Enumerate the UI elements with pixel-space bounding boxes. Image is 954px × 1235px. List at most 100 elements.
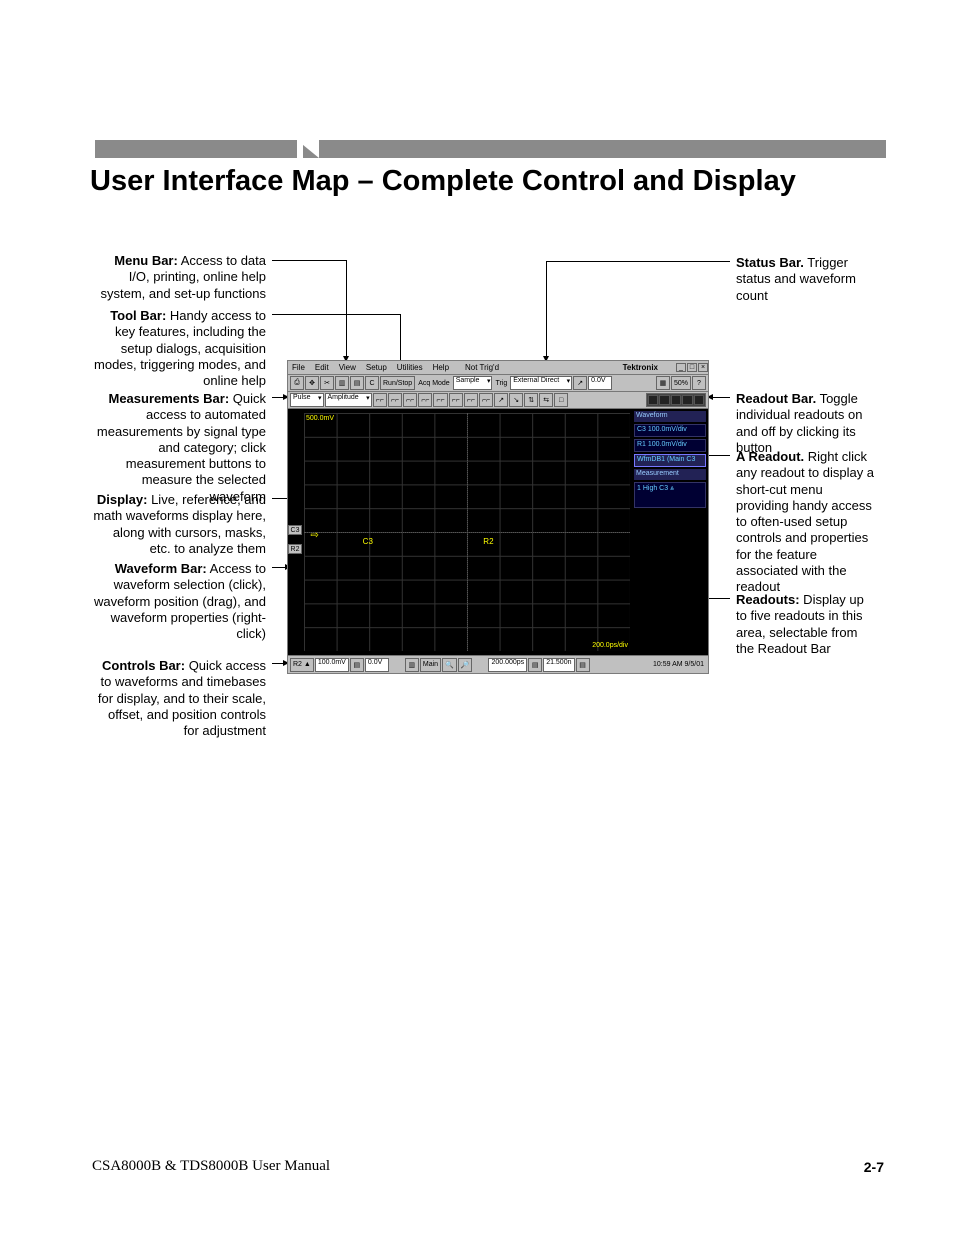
- brand-label: Tektronix: [623, 363, 658, 372]
- meas-type-select[interactable]: Pulse: [290, 393, 324, 407]
- horiz-scale-label: 200.0ps/div: [592, 642, 628, 649]
- menu-help[interactable]: Help: [433, 363, 449, 372]
- waveform-grid[interactable]: 500.0mV 200.0ps/div C3 R2 ⇨ C3 R2: [304, 413, 630, 651]
- leader-line: [546, 261, 547, 361]
- timebase-button[interactable]: Main: [420, 658, 441, 672]
- annotation-status-bar: Status Bar. Trigger status and waveform …: [736, 255, 876, 304]
- leader-line: [272, 314, 400, 315]
- wfm-select-button[interactable]: R2 ▲: [290, 658, 314, 672]
- trig-slope-icon[interactable]: ↗: [573, 376, 587, 390]
- annotation-label: Tool Bar:: [110, 308, 166, 323]
- annotation-label: Status Bar.: [736, 255, 804, 270]
- close-button[interactable]: ×: [698, 363, 708, 372]
- readout-r1[interactable]: R1 100.0mV/div: [634, 439, 706, 452]
- readouts-panel: Waveform C3 100.0mV/div R1 100.0mV/div W…: [632, 409, 708, 655]
- footer-manual-title: CSA8000B & TDS8000B User Manual: [92, 1158, 330, 1175]
- annotation-label: Menu Bar:: [114, 253, 178, 268]
- trig-source-select[interactable]: External Direct: [510, 376, 572, 390]
- menu-edit[interactable]: Edit: [315, 363, 329, 372]
- cursor-icon[interactable]: ✂: [320, 376, 334, 390]
- readout-toggle-4[interactable]: [682, 395, 692, 405]
- annotation-label: Readout Bar.: [736, 391, 816, 406]
- annotation-waveform-bar: Waveform Bar: Access to waveform selecti…: [91, 561, 266, 642]
- annotation-label: A Readout.: [736, 449, 804, 464]
- readout-toggle-5[interactable]: [694, 395, 704, 405]
- autoset-icon[interactable]: ▦: [656, 376, 670, 390]
- menu-file[interactable]: File: [292, 363, 305, 372]
- acq-icon[interactable]: ▥: [335, 376, 349, 390]
- annotation-label: Display:: [97, 492, 148, 507]
- meas-btn-0[interactable]: ⌐⌐: [373, 393, 387, 407]
- waveform-tag-c3[interactable]: C3: [288, 525, 302, 535]
- vert-pos-field[interactable]: 0.0V: [365, 658, 389, 672]
- meas-btn-10[interactable]: ⇅: [524, 393, 538, 407]
- readout-wfmdb1[interactable]: WfmDB1 (Main C3: [634, 454, 706, 467]
- waveform-cursor-icon: ⇨: [311, 530, 319, 541]
- annotation-text: Right click any readout to display a sho…: [736, 449, 874, 594]
- readout-toggle-1[interactable]: [648, 395, 658, 405]
- meas-btn-3[interactable]: ⌐⌐: [418, 393, 432, 407]
- zoom-in-icon[interactable]: 🔍: [442, 658, 457, 672]
- meas-btn-4[interactable]: ⌐⌐: [433, 393, 447, 407]
- annotation-label: Controls Bar:: [102, 658, 185, 673]
- menu-utilities[interactable]: Utilities: [397, 363, 423, 372]
- meas-btn-5[interactable]: ⌐⌐: [449, 393, 463, 407]
- readout-toggle-3[interactable]: [671, 395, 681, 405]
- help-icon[interactable]: ?: [692, 376, 706, 390]
- center-axis-h: [304, 532, 630, 533]
- status-text: Not Trig'd: [465, 363, 499, 372]
- meas-btn-9[interactable]: ↘: [509, 393, 523, 407]
- clock-label: 10:59 AM 9/5/01: [651, 661, 706, 668]
- runstop-button[interactable]: Run/Stop: [380, 376, 415, 390]
- vert-scale-stepper[interactable]: ▤: [350, 658, 364, 672]
- horiz-scale-stepper[interactable]: ▤: [528, 658, 542, 672]
- header-rule: [95, 140, 886, 158]
- trig-label: Trig: [493, 380, 509, 387]
- display-area: 500.0mV 200.0ps/div C3 R2 ⇨ C3 R2 Wavefo…: [288, 409, 708, 655]
- window-buttons: _ □ ×: [676, 363, 708, 372]
- trace-label-r2: R2: [483, 537, 493, 546]
- vert-scale-field[interactable]: 100.0mV: [315, 658, 349, 672]
- annotation-label: Measurements Bar:: [109, 391, 230, 406]
- meas-btn-12[interactable]: □: [554, 393, 568, 407]
- horiz-pos-field[interactable]: 21.500n: [543, 658, 574, 672]
- zoom-out-icon[interactable]: 🔎: [458, 658, 473, 672]
- timebase-icon[interactable]: ▥: [405, 658, 419, 672]
- meas-btn-8[interactable]: ↗: [494, 393, 508, 407]
- leader-line: [272, 663, 288, 664]
- vert-scale-label: 500.0mV: [306, 415, 334, 422]
- waveform-tag-r2[interactable]: R2: [288, 544, 302, 554]
- acq-mode-select[interactable]: Sample: [453, 376, 493, 390]
- menu-setup[interactable]: Setup: [366, 363, 387, 372]
- minimize-button[interactable]: _: [676, 363, 686, 372]
- horiz-scale-field[interactable]: 200.000ps: [488, 658, 527, 672]
- oscilloscope-screenshot: File Edit View Setup Utilities Help Not …: [287, 360, 709, 674]
- pct-button[interactable]: 50%: [671, 376, 691, 390]
- clear-button[interactable]: C: [365, 376, 379, 390]
- meas-category-select[interactable]: Amplitude: [325, 393, 372, 407]
- readout-header-measurement: Measurement: [634, 469, 706, 480]
- meas-btn-1[interactable]: ⌐⌐: [388, 393, 402, 407]
- leader-line: [708, 397, 730, 398]
- meas-btn-7[interactable]: ⌐⌐: [479, 393, 493, 407]
- hist-icon[interactable]: ▤: [350, 376, 364, 390]
- readout-bar-toggles: [646, 393, 706, 407]
- maximize-button[interactable]: □: [687, 363, 697, 372]
- menu-view[interactable]: View: [339, 363, 356, 372]
- setup-icon[interactable]: ✥: [305, 376, 319, 390]
- tool-bar: ⎙ ✥ ✂ ▥ ▤ C Run/Stop Acq Mode Sample Tri…: [288, 375, 708, 392]
- annotation-display: Display: Live, reference, and math wavef…: [91, 492, 266, 557]
- header-notch: [297, 140, 319, 158]
- readout-toggle-2[interactable]: [659, 395, 669, 405]
- meas-btn-11[interactable]: ⇆: [539, 393, 553, 407]
- print-icon[interactable]: ⎙: [290, 376, 304, 390]
- annotation-readouts: Readouts: Display up to five readouts in…: [736, 592, 876, 657]
- annotation-measurements-bar: Measurements Bar: Quick access to automa…: [91, 391, 266, 505]
- annotation-text: Quick access to automated measurements b…: [97, 391, 266, 504]
- trig-level-field[interactable]: 0.0V: [588, 376, 612, 390]
- readout-meas-1[interactable]: 1 High C3 ⩓: [634, 482, 706, 508]
- horiz-pos-stepper[interactable]: ▤: [576, 658, 590, 672]
- meas-btn-6[interactable]: ⌐⌐: [464, 393, 478, 407]
- meas-btn-2[interactable]: ⌐⌐: [403, 393, 417, 407]
- readout-c3[interactable]: C3 100.0mV/div: [634, 424, 706, 437]
